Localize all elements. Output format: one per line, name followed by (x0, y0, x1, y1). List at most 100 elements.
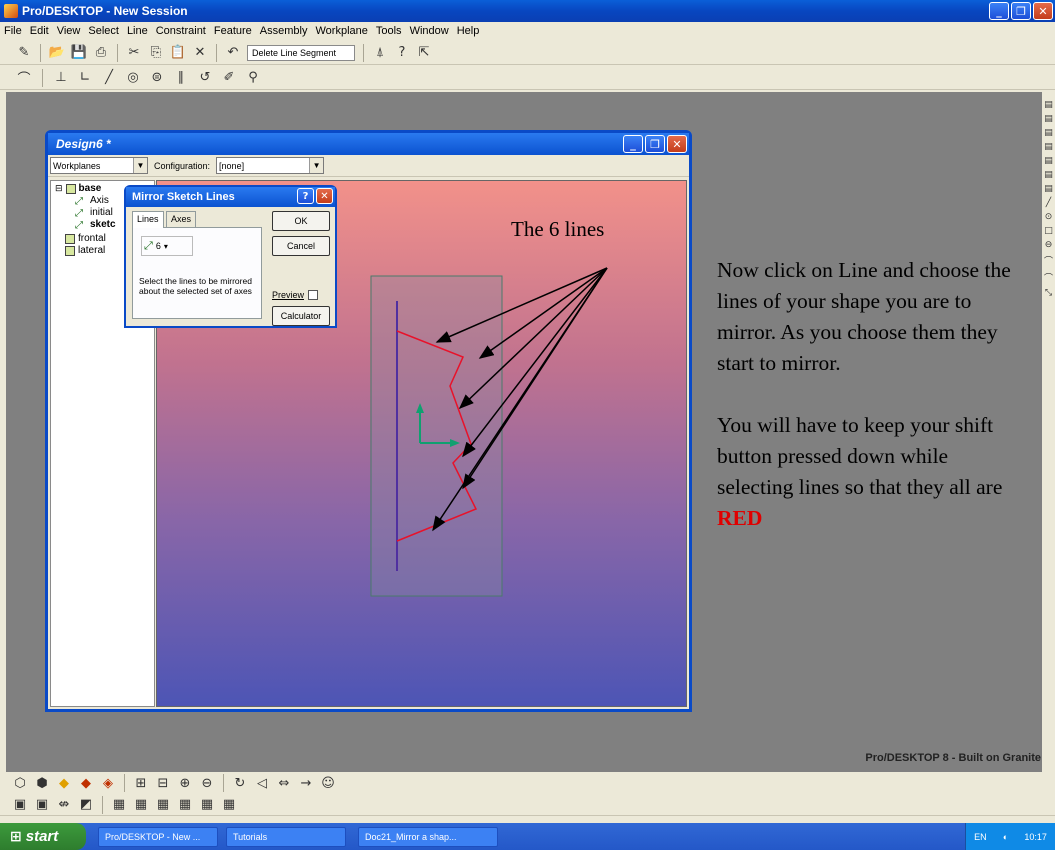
feature-icon[interactable]: ▦ (111, 797, 127, 813)
parallel-icon[interactable]: ∥ (173, 70, 189, 86)
tool-icon[interactable]: ⊙ (1045, 212, 1053, 222)
tray-icon[interactable]: ◐ (1003, 832, 1008, 842)
menu-line[interactable]: Line (127, 25, 148, 37)
open-icon[interactable]: 📂 (49, 45, 65, 61)
line-count-spinner[interactable]: ⤢ 6 ▾ (141, 236, 193, 256)
menu-feature[interactable]: Feature (214, 25, 252, 37)
feature-icon[interactable]: ▦ (133, 797, 149, 813)
menu-constraint[interactable]: Constraint (156, 25, 206, 37)
tool-icon[interactable]: ▤ (1044, 114, 1053, 124)
tool-icon[interactable]: □ (1044, 226, 1053, 236)
print-icon[interactable]: ⎙ (93, 45, 109, 61)
pin-icon[interactable]: ⍋ (372, 45, 388, 61)
pan-icon[interactable]: ⇔ (276, 775, 292, 791)
ok-button[interactable]: OK (272, 211, 330, 231)
menu-select[interactable]: Select (88, 25, 119, 37)
feature-icon[interactable]: ▦ (199, 797, 215, 813)
tool-icon[interactable]: ⌒ (1044, 254, 1053, 267)
menu-view[interactable]: View (57, 25, 81, 37)
configuration-select[interactable]: [none] ▼ (216, 157, 325, 174)
menu-tools[interactable]: Tools (376, 25, 402, 37)
line-tool-icon[interactable]: ╱ (101, 70, 117, 86)
chevron-down-icon[interactable]: ▾ (164, 242, 168, 251)
tool-icon[interactable]: ╱ (1046, 198, 1051, 208)
design-close-button[interactable]: ✕ (667, 135, 687, 153)
menu-workplane[interactable]: Workplane (315, 25, 367, 37)
paste-icon[interactable]: 📋 (170, 45, 186, 61)
tree-item-initial[interactable]: ⤢ initial (75, 207, 113, 219)
calculator-button[interactable]: Calculator (272, 306, 330, 326)
tree-item-base[interactable]: ⊟ base (55, 183, 101, 194)
arc-tool-icon[interactable]: ⌒ (16, 70, 32, 87)
view-icon[interactable]: ◆ (78, 775, 94, 791)
menu-edit[interactable]: Edit (30, 25, 49, 37)
feature-icon[interactable]: ▦ (155, 797, 171, 813)
tree-item-sketch[interactable]: ⤢ sketc (75, 219, 116, 231)
previous-view-icon[interactable]: ◁ (254, 775, 270, 791)
tool-icon[interactable]: ▤ (1044, 128, 1053, 138)
help-icon[interactable]: ? (394, 45, 410, 61)
delete-icon[interactable]: ✕ (192, 45, 208, 61)
tool-icon[interactable]: ▤ (1044, 170, 1053, 180)
smiley-icon[interactable]: ☺ (320, 775, 336, 791)
zoom-out-icon[interactable]: ⊖ (199, 775, 215, 791)
task-tutorials[interactable]: Tutorials (226, 826, 346, 847)
workplanes-select[interactable]: Workplanes ▼ (50, 157, 148, 174)
design-minimize-button[interactable]: _ (623, 135, 643, 153)
tree-item-lateral[interactable]: lateral (65, 245, 105, 256)
zoom-fit-icon[interactable]: ⊟ (155, 775, 171, 791)
perpendicular-icon[interactable]: ⊥ (53, 70, 69, 86)
zoom-icon[interactable]: ⚲ (245, 70, 261, 86)
cancel-button[interactable]: Cancel (272, 236, 330, 256)
equal-icon[interactable]: ⊜ (149, 70, 165, 86)
context-help-icon[interactable]: ⇱ (416, 45, 432, 61)
zoom-box-icon[interactable]: ⊞ (133, 775, 149, 791)
menu-assembly[interactable]: Assembly (260, 25, 308, 37)
feature-icon[interactable]: ▦ (177, 797, 193, 813)
tab-axes[interactable]: Axes (166, 211, 197, 228)
menu-window[interactable]: Window (410, 25, 449, 37)
help-button[interactable]: ? (297, 188, 314, 204)
feature-icon[interactable]: ⇎ (56, 797, 72, 813)
tool-icon[interactable]: ⌒ (1044, 271, 1053, 284)
preview-checkbox-row[interactable]: Preview (272, 287, 334, 303)
copy-icon[interactable]: ⎘ (148, 45, 164, 61)
start-button[interactable]: ⊞ start (0, 823, 86, 850)
close-button[interactable]: ✕ (1033, 2, 1053, 20)
concentric-icon[interactable]: ◎ (125, 70, 141, 86)
rotate-icon[interactable]: ↻ (232, 775, 248, 791)
feature-icon[interactable]: ▦ (221, 797, 237, 813)
view-icon[interactable]: ⬡ (12, 775, 28, 791)
dialog-close-button[interactable]: ✕ (316, 188, 333, 204)
chevron-down-icon[interactable]: ▼ (309, 158, 324, 173)
save-icon[interactable]: 💾 (71, 45, 87, 61)
view-icon[interactable]: ◈ (100, 775, 116, 791)
angle-icon[interactable]: ∟ (77, 70, 93, 86)
tool-icon[interactable]: ▤ (1044, 184, 1053, 194)
tangent-icon[interactable]: ↺ (197, 70, 213, 86)
new-design-icon[interactable]: ✎ (16, 45, 32, 61)
tab-lines[interactable]: Lines (132, 211, 164, 228)
maximize-button[interactable]: ❐ (1011, 2, 1031, 20)
feature-icon[interactable]: ▣ (12, 797, 28, 813)
feature-icon[interactable]: ▣ (34, 797, 50, 813)
zoom-in-icon[interactable]: ⊕ (177, 775, 193, 791)
tree-item-frontal[interactable]: frontal (65, 233, 106, 244)
menu-help[interactable]: Help (457, 25, 480, 37)
tool-icon[interactable]: ▤ (1044, 142, 1053, 152)
preview-checkbox[interactable] (308, 290, 319, 300)
menu-file[interactable]: File (4, 25, 22, 37)
undo-action-box[interactable]: Delete Line Segment (247, 44, 355, 61)
fix-icon[interactable]: ✐ (221, 70, 237, 86)
tree-item-axis[interactable]: ⤢ Axis (75, 195, 109, 207)
view-icon[interactable]: ⬢ (34, 775, 50, 791)
task-document[interactable]: Doc21_Mirror a shap... (358, 826, 498, 847)
undo-icon[interactable]: ↶ (225, 45, 241, 61)
tool-icon[interactable]: ▤ (1044, 100, 1053, 110)
tool-icon[interactable]: ▤ (1044, 156, 1053, 166)
chevron-down-icon[interactable]: ▼ (133, 158, 147, 173)
next-view-icon[interactable]: → (298, 775, 314, 791)
task-prodesktop[interactable]: Pro/DESKTOP - New ... (98, 826, 218, 847)
design-maximize-button[interactable]: ❐ (645, 135, 665, 153)
minimize-button[interactable]: _ (989, 2, 1009, 20)
